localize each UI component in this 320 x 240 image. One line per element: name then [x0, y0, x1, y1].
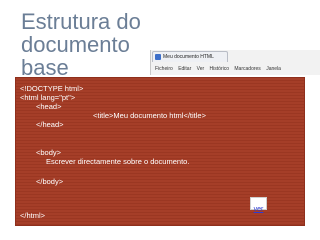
page-icon	[155, 54, 161, 60]
slide-title-line-2: base	[21, 55, 69, 80]
browser-screenshot: Meu documento HTML Ficheiro Editar Ver H…	[150, 50, 320, 75]
browser-tab-title: Meu documento HTML	[163, 54, 214, 60]
browser-tab[interactable]: Meu documento HTML	[152, 51, 228, 62]
code-line-body-close: </body>	[36, 177, 64, 186]
code-line-title: <title>Meu documento html</title>	[93, 111, 206, 120]
menu-item-marcadores[interactable]: Marcadores	[234, 65, 260, 74]
menu-item-janela[interactable]: Janela	[266, 65, 281, 74]
code-line-head-close: </head>	[36, 120, 64, 129]
code-line-content: Escrever directamente sobre o documento.	[46, 157, 190, 166]
menu-item-editar[interactable]: Editar	[178, 65, 191, 74]
slide: Estrutura do documento base Meu document…	[0, 0, 320, 240]
ver-link-box[interactable]: ver	[250, 197, 267, 213]
menu-item-ficheiro[interactable]: Ficheiro	[155, 65, 173, 74]
slide-title-line-1: Estrutura do documento	[21, 9, 141, 57]
code-line-html-close: </html>	[20, 211, 46, 220]
menu-item-historico[interactable]: Histórico	[210, 65, 229, 74]
ver-link[interactable]: ver	[254, 206, 264, 213]
code-line-html-open: <html lang="pt">	[20, 93, 76, 102]
code-line-doctype: <!DOCTYPE html>	[20, 84, 84, 93]
slide-title: Estrutura do documento base	[21, 10, 171, 79]
menu-item-ver[interactable]: Ver	[197, 65, 205, 74]
browser-menu-bar: Ficheiro Editar Ver Histórico Marcadores…	[151, 65, 320, 74]
code-line-head-open: <head>	[36, 102, 62, 111]
code-line-body-open: <body>	[36, 148, 62, 157]
